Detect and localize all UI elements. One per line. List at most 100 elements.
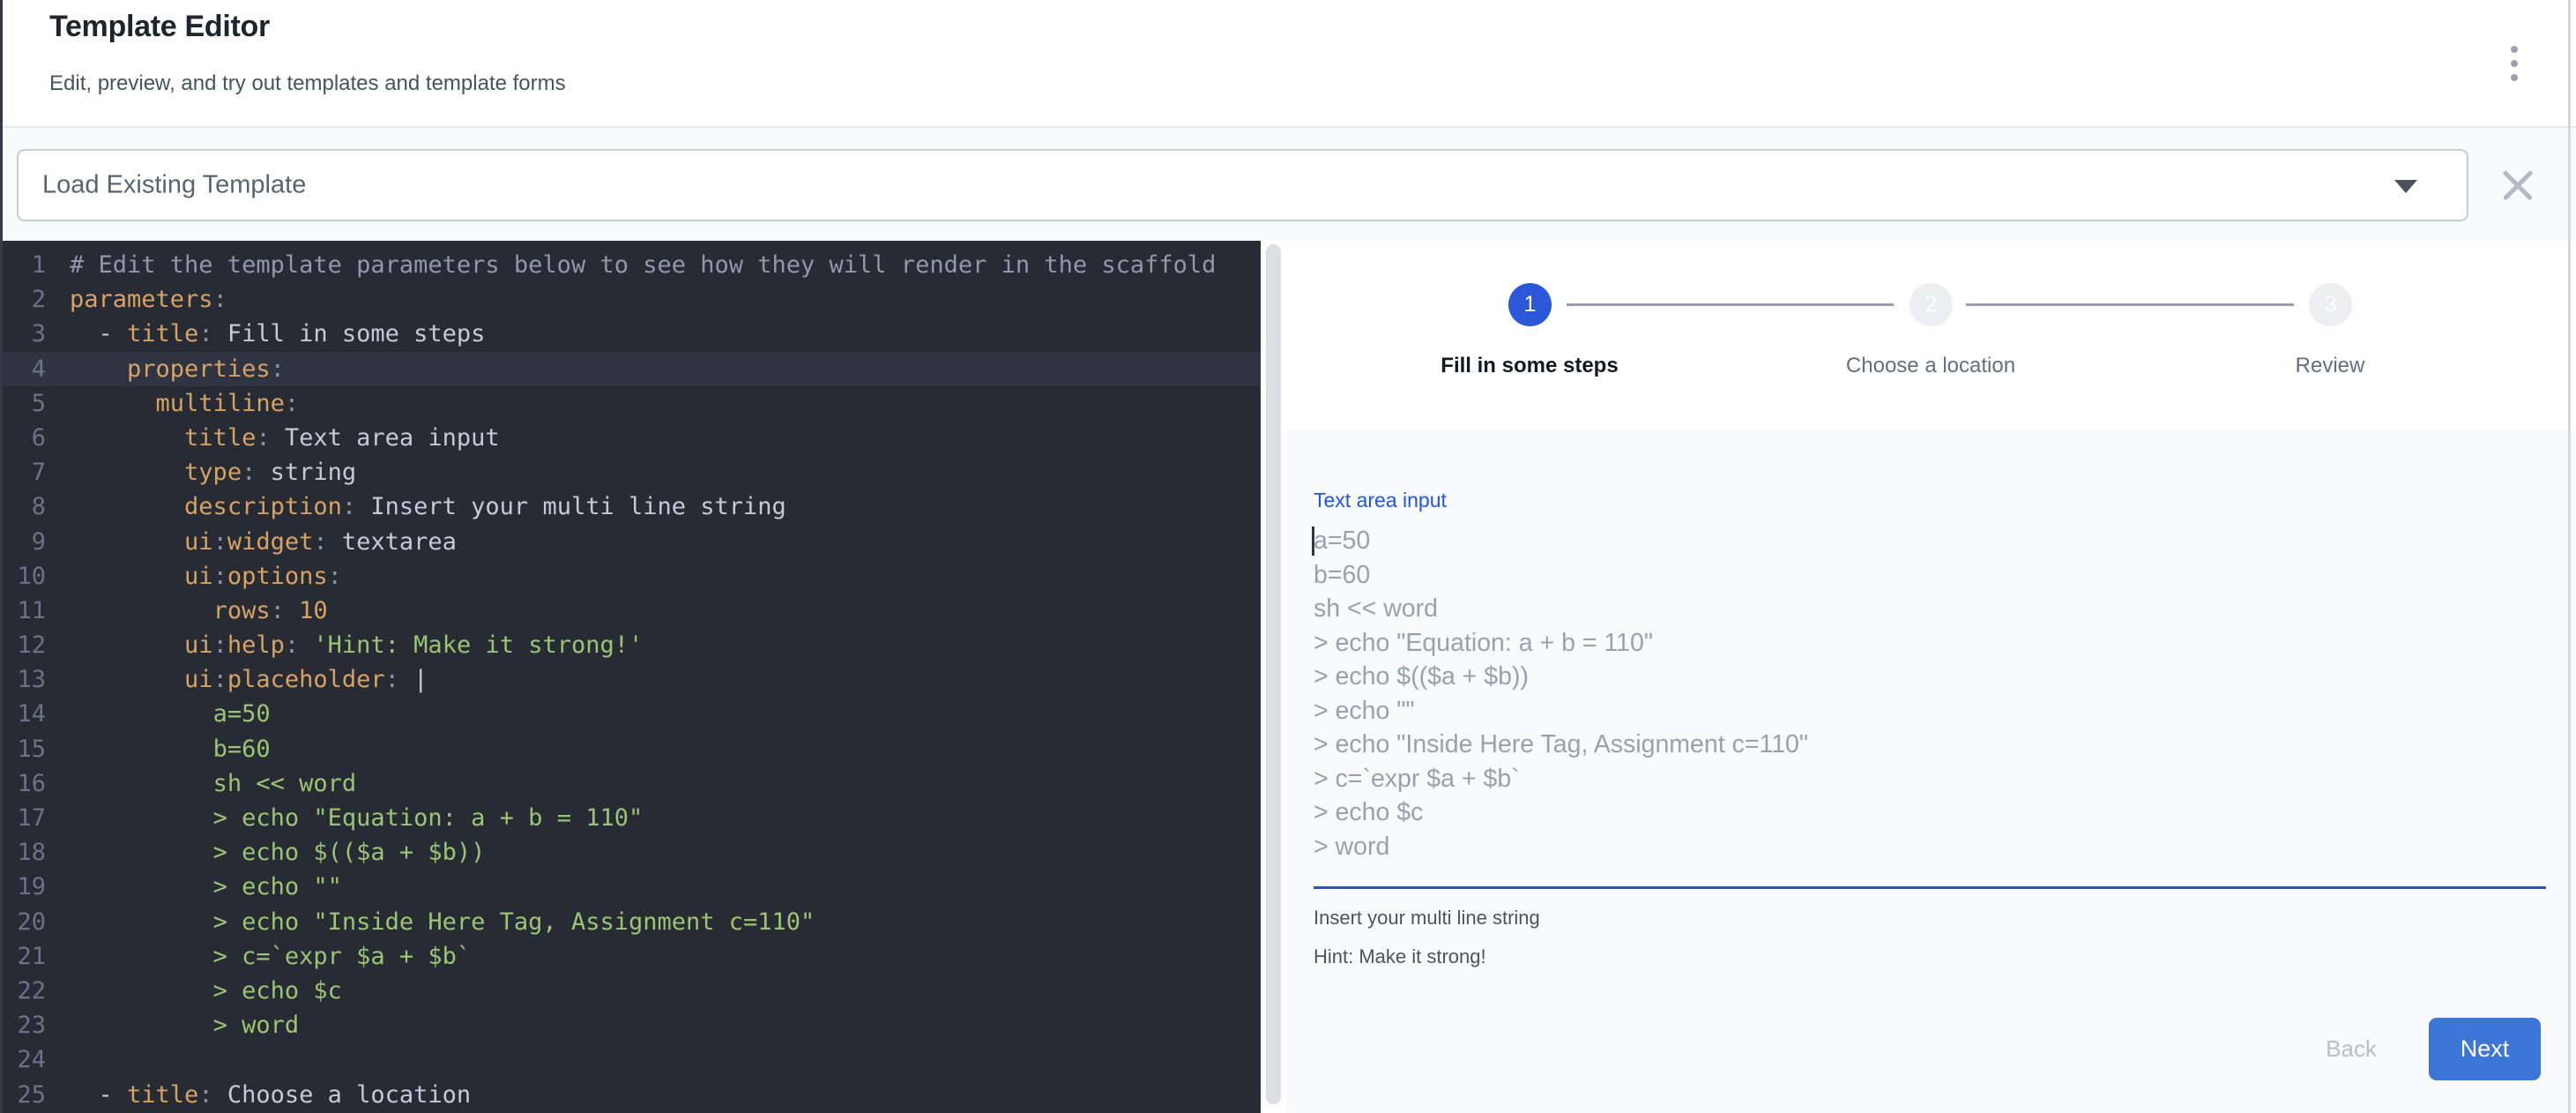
- line-number: 15: [0, 732, 46, 766]
- code-line[interactable]: 25 - title: Choose a location: [0, 1078, 1261, 1112]
- textarea-placeholder-line: > echo "": [1314, 694, 2546, 728]
- left-edge-border: [0, 0, 3, 1113]
- code-line[interactable]: 19 > echo "": [0, 870, 1261, 904]
- step-3-label: Review: [2154, 354, 2506, 378]
- code-line[interactable]: 23 > word: [0, 1008, 1261, 1042]
- code-line[interactable]: 9 ui:widget: textarea: [0, 525, 1261, 559]
- load-template-placeholder: Load Existing Template: [42, 171, 306, 200]
- clear-selection-button[interactable]: [2498, 165, 2538, 205]
- line-number: 22: [0, 974, 46, 1008]
- code-text: b=60: [46, 732, 271, 766]
- code-text: ui:widget: textarea: [46, 525, 457, 559]
- code-line[interactable]: 21 > c=`expr $a + $b`: [0, 939, 1261, 974]
- next-button[interactable]: Next: [2429, 1018, 2541, 1080]
- code-text: title: Text area input: [46, 421, 500, 455]
- step-2-indicator[interactable]: 2: [1910, 283, 1953, 326]
- step-connector: [1567, 303, 1894, 306]
- code-line[interactable]: 20 > echo "Inside Here Tag, Assignment c…: [0, 905, 1261, 939]
- code-text: > echo "": [46, 870, 342, 904]
- page-title: Template Editor: [49, 9, 270, 44]
- code-line[interactable]: 17 > echo "Equation: a + b = 110": [0, 801, 1261, 835]
- code-line[interactable]: 24: [0, 1042, 1261, 1077]
- code-text: ui:placeholder: |: [46, 662, 428, 697]
- load-template-select[interactable]: Load Existing Template: [17, 149, 2468, 221]
- line-number: 19: [0, 870, 46, 904]
- textarea-placeholder-line: a=50: [1314, 524, 2546, 558]
- textarea-placeholder-line: > c=`expr $a + $b`: [1314, 762, 2546, 796]
- line-number: 24: [0, 1042, 46, 1077]
- page-subtitle: Edit, preview, and try out templates and…: [49, 71, 566, 97]
- code-text: - title: Fill in some steps: [46, 317, 485, 351]
- page-header: Template Editor Edit, preview, and try o…: [0, 0, 2576, 128]
- code-text: > echo $c: [46, 974, 342, 1008]
- line-number: 8: [0, 489, 46, 524]
- code-line[interactable]: 2parameters:: [0, 282, 1261, 317]
- code-line[interactable]: 6 title: Text area input: [0, 421, 1261, 455]
- line-number: 4: [0, 352, 46, 386]
- code-line[interactable]: 13 ui:placeholder: |: [0, 662, 1261, 697]
- line-number: 18: [0, 835, 46, 870]
- line-number: 11: [0, 594, 46, 628]
- code-line[interactable]: 10 ui:options:: [0, 559, 1261, 594]
- code-text: ui:options:: [46, 559, 342, 594]
- code-text: > echo "Equation: a + b = 110": [46, 801, 643, 835]
- line-number: 6: [0, 421, 46, 455]
- code-line[interactable]: 11 rows: 10: [0, 594, 1261, 628]
- multiline-textarea[interactable]: a=50b=60sh << word> echo "Equation: a + …: [1314, 524, 2546, 889]
- line-number: 2: [0, 282, 46, 317]
- step-connector: [1966, 303, 2294, 306]
- line-number: 14: [0, 697, 46, 731]
- code-text: - title: Choose a location: [46, 1078, 471, 1112]
- close-icon: [2500, 168, 2535, 203]
- code-line[interactable]: 12 ui:help: 'Hint: Make it strong!': [0, 628, 1261, 662]
- line-number: 16: [0, 766, 46, 801]
- step-1-indicator[interactable]: 1: [1508, 283, 1552, 326]
- code-line[interactable]: 18 > echo $(($a + $b)): [0, 835, 1261, 870]
- code-text: a=50: [46, 697, 271, 731]
- textarea-placeholder-line: b=60: [1314, 558, 2546, 593]
- code-text: parameters:: [46, 282, 227, 317]
- code-text: # Edit the template parameters below to …: [46, 248, 1216, 282]
- textarea-placeholder-line: > echo "Inside Here Tag, Assignment c=11…: [1314, 728, 2546, 762]
- step-1-label: Fill in some steps: [1353, 354, 1706, 378]
- code-line[interactable]: 7 type: string: [0, 455, 1261, 489]
- code-text: description: Insert your multi line stri…: [46, 489, 786, 524]
- code-line[interactable]: 14 a=50: [0, 697, 1261, 731]
- textarea-placeholder-line: > echo $(($a + $b)): [1314, 660, 2546, 694]
- overflow-menu-button[interactable]: [2495, 37, 2534, 90]
- line-number: 23: [0, 1008, 46, 1042]
- code-editor[interactable]: 1# Edit the template parameters below to…: [0, 241, 1261, 1113]
- load-template-section: Load Existing Template: [0, 128, 2576, 241]
- caret-down-icon: [2394, 180, 2417, 193]
- code-text: type: string: [46, 455, 356, 489]
- back-button[interactable]: Back: [2320, 1035, 2382, 1064]
- code-line[interactable]: 1# Edit the template parameters below to…: [0, 248, 1261, 282]
- field-description: Insert your multi line string: [1314, 907, 2541, 930]
- form-actions: Back Next: [1314, 1018, 2541, 1080]
- code-text: > echo $(($a + $b)): [46, 835, 485, 870]
- code-line[interactable]: 5 multiline:: [0, 386, 1261, 421]
- editor-scrollbar[interactable]: [1266, 244, 1281, 1104]
- code-line[interactable]: 15 b=60: [0, 732, 1261, 766]
- code-text: ui:help: 'Hint: Make it strong!': [46, 628, 643, 662]
- code-text: sh << word: [46, 766, 356, 801]
- preview-panel: 1 2 3 Fill in some steps Choose a locati…: [1286, 241, 2576, 1113]
- code-text: > word: [46, 1008, 299, 1042]
- code-line[interactable]: 3 - title: Fill in some steps: [0, 317, 1261, 351]
- code-text: > c=`expr $a + $b`: [46, 939, 471, 974]
- code-text: properties:: [46, 352, 285, 386]
- form-card: Text area input a=50b=60sh << word> echo…: [1286, 430, 2576, 1113]
- text-cursor: [1312, 527, 1314, 556]
- step-3-indicator[interactable]: 3: [2309, 283, 2352, 326]
- field-label: Text area input: [1314, 489, 2541, 512]
- code-line[interactable]: 22 > echo $c: [0, 974, 1261, 1008]
- step-2-label: Choose a location: [1754, 354, 2107, 378]
- code-line[interactable]: 16 sh << word: [0, 766, 1261, 801]
- line-number: 12: [0, 628, 46, 662]
- line-number: 17: [0, 801, 46, 835]
- code-line[interactable]: 4 properties:: [0, 352, 1261, 386]
- line-number: 13: [0, 662, 46, 697]
- line-number: 20: [0, 905, 46, 939]
- code-line[interactable]: 8 description: Insert your multi line st…: [0, 489, 1261, 524]
- kebab-menu-icon: [2511, 46, 2518, 81]
